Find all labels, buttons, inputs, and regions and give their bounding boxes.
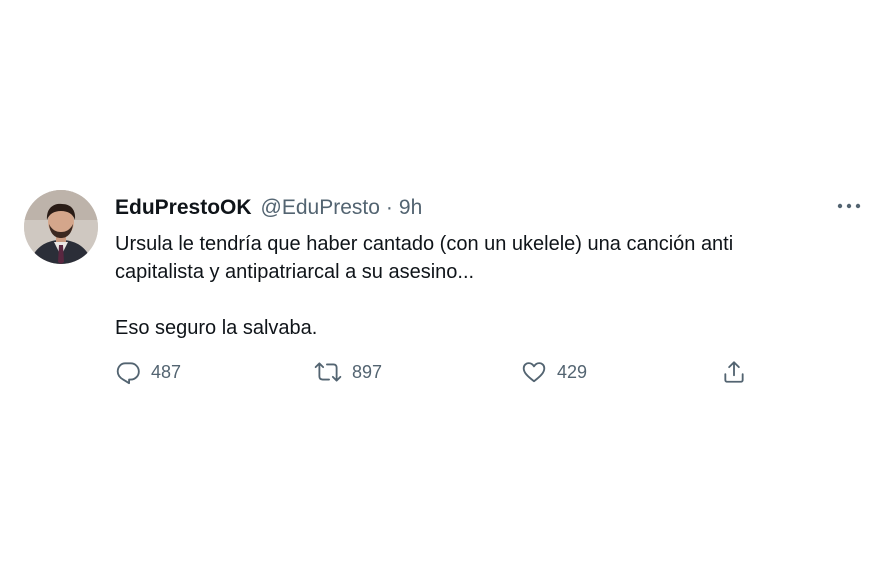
reply-icon (116, 362, 140, 385)
tweet[interactable]: EduPrestoOK @EduPresto · 9h Ursula le te… (24, 186, 864, 416)
separator-dot: · (385, 196, 393, 219)
heart-icon (522, 362, 546, 383)
retweet-icon (314, 362, 342, 382)
reply-button[interactable]: 487 (115, 356, 181, 388)
retweet-count: 897 (352, 361, 383, 382)
like-count: 429 (557, 361, 588, 382)
tweet-actions: 487 897 429 (115, 356, 765, 388)
tweet-header: EduPrestoOK @EduPresto · 9h (115, 194, 422, 222)
avatar[interactable] (24, 190, 98, 264)
tweet-text-line: Eso seguro la salvaba. (115, 317, 318, 339)
tweet-timestamp[interactable]: 9h (399, 196, 422, 220)
share-icon (724, 361, 744, 383)
user-handle[interactable]: @EduPresto (261, 196, 380, 220)
user-avatar-icon (24, 190, 98, 264)
reply-count: 487 (151, 361, 182, 382)
display-name[interactable]: EduPrestoOK (115, 196, 252, 220)
share-button[interactable] (721, 356, 747, 388)
retweet-button[interactable]: 897 (314, 356, 382, 388)
like-button[interactable]: 429 (521, 356, 587, 388)
tweet-text-line: Ursula le tendría que haber cantado (con… (115, 233, 734, 255)
more-options-icon (837, 203, 861, 209)
tweet-text-line: capitalista y antipatriarcal a su asesin… (115, 261, 475, 283)
tweet-text: Ursula le tendría que haber cantado (con… (115, 230, 835, 342)
more-options-button[interactable] (834, 196, 864, 216)
